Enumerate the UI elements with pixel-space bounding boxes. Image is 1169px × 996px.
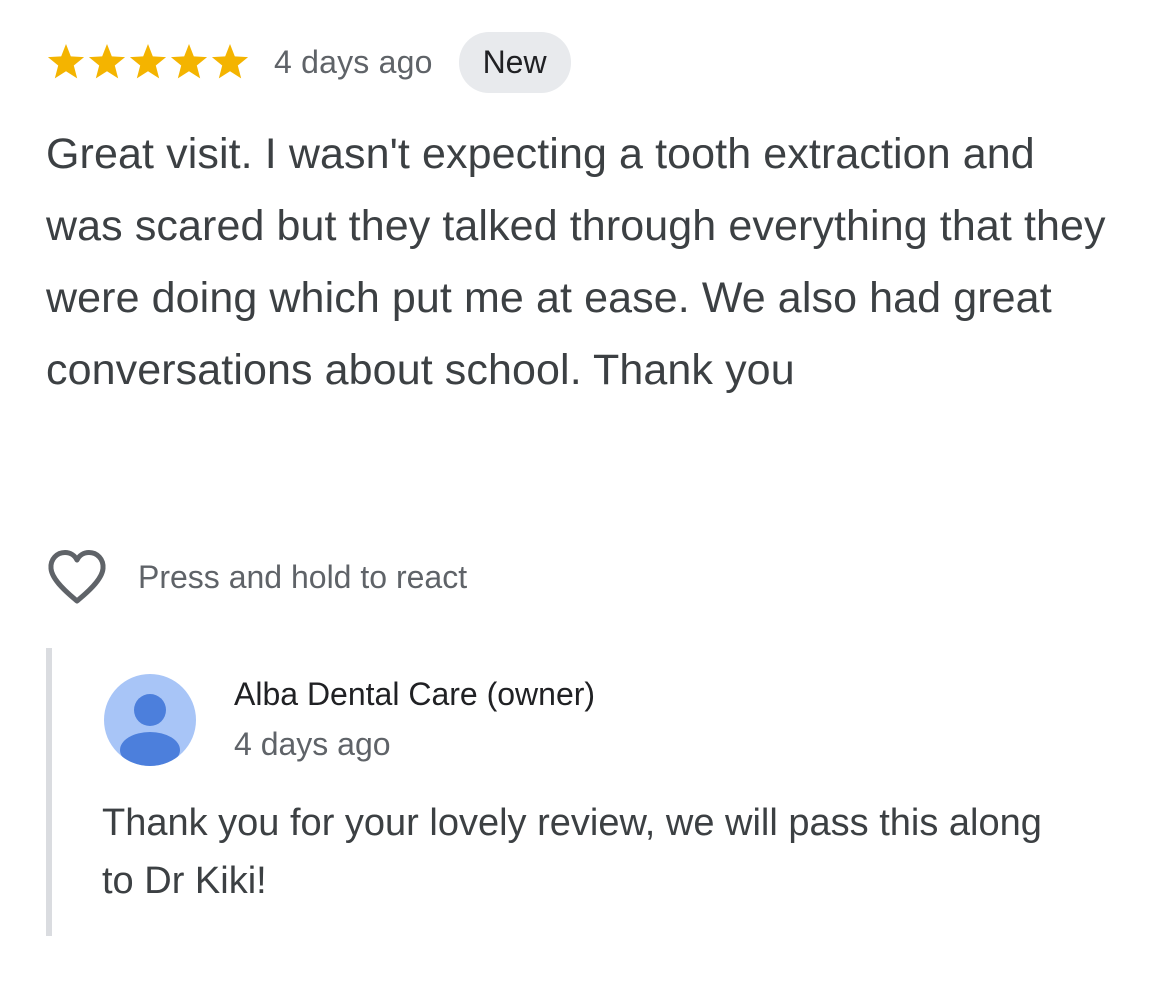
owner-reply-text: Thank you for your lovely review, we wil… [102, 802, 1042, 902]
react-hint: Press and hold to react [138, 558, 468, 595]
person-avatar-icon [120, 694, 180, 766]
review-text: Great visit. I wasn't expecting a tooth … [46, 130, 1106, 394]
heart-icon[interactable] [46, 548, 108, 606]
star-icon [47, 44, 85, 79]
star-icon [211, 44, 249, 79]
owner-reply-date: 4 days ago [234, 726, 391, 762]
review-meta: 4 days ago New [46, 30, 1136, 94]
star-icon [170, 44, 208, 79]
owner-avatar [104, 674, 196, 766]
react-control[interactable]: Press and hold to react [46, 548, 467, 606]
review-card: 4 days ago New Great visit. I wasn't exp… [46, 30, 1136, 406]
star-icon [88, 44, 126, 79]
star-rating [46, 42, 250, 82]
star-icon [129, 44, 167, 79]
review-date: 4 days ago [274, 43, 433, 80]
owner-reply: Alba Dental Care (owner) 4 days ago Than… [46, 648, 1052, 936]
new-badge: New [458, 31, 571, 93]
owner-name: Alba Dental Care (owner) [234, 676, 596, 712]
